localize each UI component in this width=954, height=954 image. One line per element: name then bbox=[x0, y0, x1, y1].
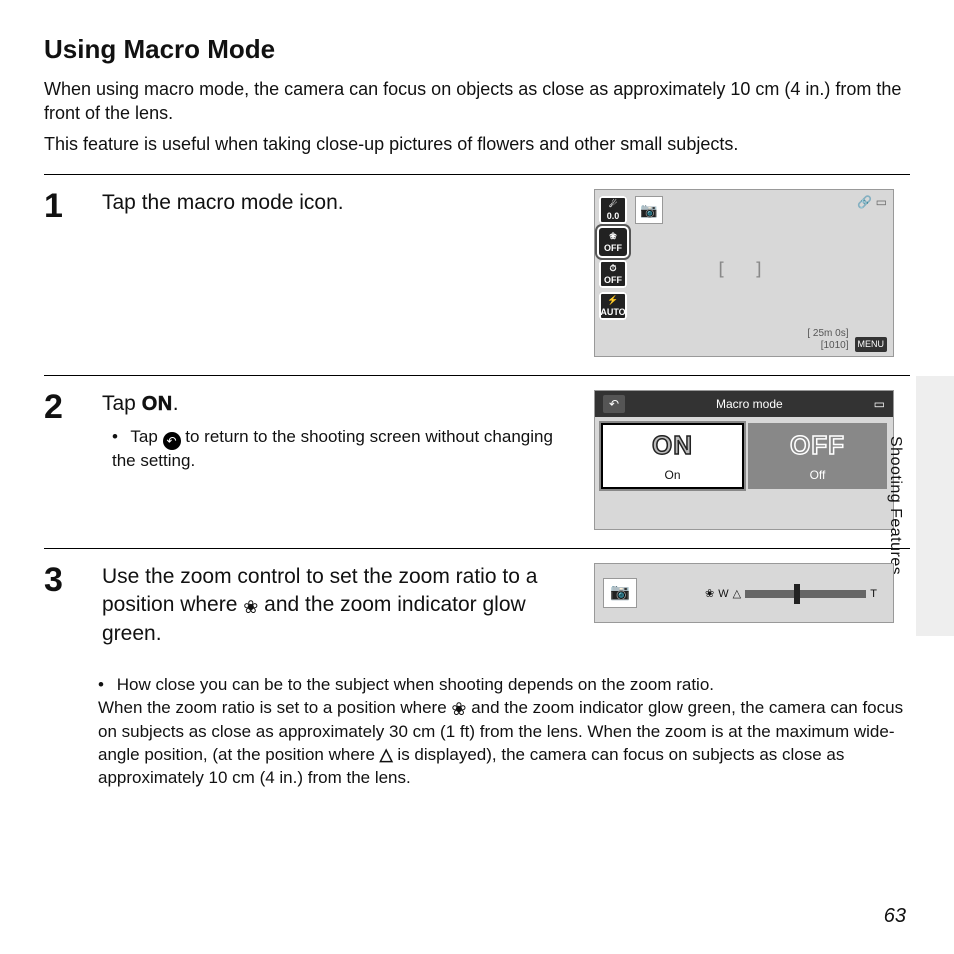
flower-icon: ❀ bbox=[451, 699, 466, 719]
side-tab bbox=[916, 376, 954, 636]
step-2-number: 2 bbox=[44, 390, 84, 530]
camera-lcd-zoom: 📷 ❀ W △ T bbox=[594, 563, 894, 623]
step-2-lead: Tap ON. bbox=[102, 390, 576, 418]
section-label: Shooting Features bbox=[884, 436, 906, 575]
menu-title: Macro mode bbox=[716, 396, 783, 412]
flash-icon[interactable]: ⚡ AUTO bbox=[599, 292, 627, 320]
battery-icon: ▭ bbox=[874, 396, 885, 412]
option-off[interactable]: OFF Off bbox=[748, 423, 887, 489]
step-2: 2 Tap ON. Tap ↶ to return to the shootin… bbox=[44, 375, 910, 548]
tele-label: T bbox=[870, 587, 877, 602]
intro-line-2: This feature is useful when taking close… bbox=[44, 132, 910, 156]
shot-counter: [1010] bbox=[807, 340, 848, 352]
step-3-number: 3 bbox=[44, 563, 84, 656]
step-3-lead: Use the zoom control to set the zoom rat… bbox=[102, 563, 576, 648]
on-icon: ON bbox=[142, 393, 173, 415]
camera-lcd-macro-menu: ↶ Macro mode ▭ ON On OFF Off bbox=[594, 390, 894, 530]
step-3: 3 Use the zoom control to set the zoom r… bbox=[44, 548, 910, 674]
wide-label: W bbox=[718, 587, 728, 602]
zoom-handle bbox=[794, 584, 800, 604]
step-1: 1 Tap the macro mode icon. ☄ 0.0 ❀ OFF bbox=[44, 174, 910, 375]
step-1-lead: Tap the macro mode icon. bbox=[102, 189, 576, 217]
camera-lcd-shooting: ☄ 0.0 ❀ OFF ⏱ OFF ⚡ AUTO bbox=[594, 189, 894, 357]
flower-icon: ❀ bbox=[705, 587, 714, 602]
menu-button[interactable]: MENU bbox=[855, 337, 888, 352]
triangle-icon: △ bbox=[733, 587, 741, 602]
intro-line-1: When using macro mode, the camera can fo… bbox=[44, 77, 910, 126]
status-icons: 🔗 ▭ bbox=[857, 194, 887, 210]
zoom-indicator: ❀ W △ T bbox=[705, 586, 877, 602]
focus-brackets: [ ] bbox=[716, 258, 773, 282]
step-3-details: How close you can be to the subject when… bbox=[98, 674, 910, 790]
option-on[interactable]: ON On bbox=[601, 423, 744, 489]
shooting-mode-icon[interactable]: 📷 bbox=[603, 578, 637, 608]
shooting-mode-icon[interactable]: 📷 bbox=[635, 196, 663, 224]
back-icon: ↶ bbox=[163, 432, 181, 450]
self-timer-icon[interactable]: ⏱ OFF bbox=[599, 260, 627, 288]
step-1-number: 1 bbox=[44, 189, 84, 357]
step-2-bullet: Tap ↶ to return to the shooting screen w… bbox=[112, 426, 576, 473]
macro-mode-icon[interactable]: ❀ OFF bbox=[599, 228, 627, 256]
exposure-icon[interactable]: ☄ 0.0 bbox=[599, 196, 627, 224]
page-number: 63 bbox=[884, 903, 906, 930]
page-title: Using Macro Mode bbox=[44, 32, 910, 67]
triangle-icon: △ bbox=[380, 745, 393, 764]
back-button[interactable]: ↶ bbox=[603, 395, 625, 413]
recording-time: [ 25m 0s] bbox=[807, 328, 848, 340]
flower-icon: ❀ bbox=[243, 597, 258, 617]
